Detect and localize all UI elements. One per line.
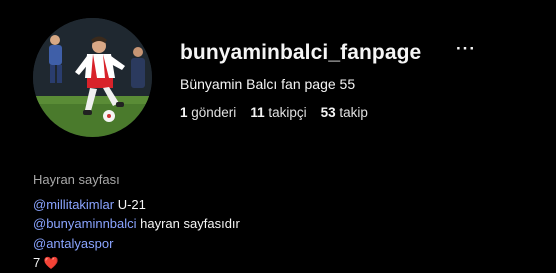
stat-followers[interactable]: 11 takipçi xyxy=(250,105,306,120)
profile-avatar[interactable] xyxy=(33,18,152,137)
heart-icon: ❤️ xyxy=(43,256,59,270)
bio-line-1: @millitakimlar U-21 xyxy=(33,195,240,215)
stat-following-count: 53 xyxy=(320,105,340,120)
more-horizontal-icon[interactable]: ··· xyxy=(456,39,476,59)
profile-username: bunyaminbalci_fanpage xyxy=(180,41,422,64)
mention-millitakimlar[interactable]: @millitakimlar xyxy=(33,197,114,212)
mention-bunyaminnbalci[interactable]: @bunyaminnbalci xyxy=(33,216,137,231)
profile-page: bunyaminbalci_fanpage ··· Bünyamin Balcı… xyxy=(0,0,556,273)
stat-posts-count: 1 xyxy=(180,105,192,120)
profile-stats: 1 gönderi 11 takipçi 53 takip xyxy=(180,105,382,120)
stat-posts[interactable]: 1 gönderi xyxy=(180,105,236,120)
bio-line-2-text: hayran sayfasıdır xyxy=(136,216,240,231)
mention-antalyaspor[interactable]: @antalyaspor xyxy=(33,236,113,251)
stat-followers-label: takipçi xyxy=(268,105,307,120)
stat-followers-count: 11 xyxy=(250,105,269,120)
stat-following[interactable]: 53 takip xyxy=(321,105,368,120)
bio-line-4: 7 ❤️ xyxy=(33,253,240,273)
profile-category: Hayran sayfası xyxy=(33,172,120,187)
profile-avatar-photo xyxy=(33,18,152,137)
bio-line-2: @bunyaminnbalci hayran sayfasıdır xyxy=(33,214,240,234)
profile-full-name: Bünyamin Balcı fan page 55 xyxy=(180,76,356,92)
profile-bio: Hayran sayfası @millitakimlar U-21 @buny… xyxy=(33,170,240,273)
stat-posts-label: gönderi xyxy=(191,105,237,120)
bio-line-3: @antalyaspor xyxy=(33,234,240,254)
bio-line-4-text: 7 xyxy=(33,255,44,270)
bio-line-1-text: U-21 xyxy=(114,196,146,212)
stat-following-label: takip xyxy=(339,105,368,120)
